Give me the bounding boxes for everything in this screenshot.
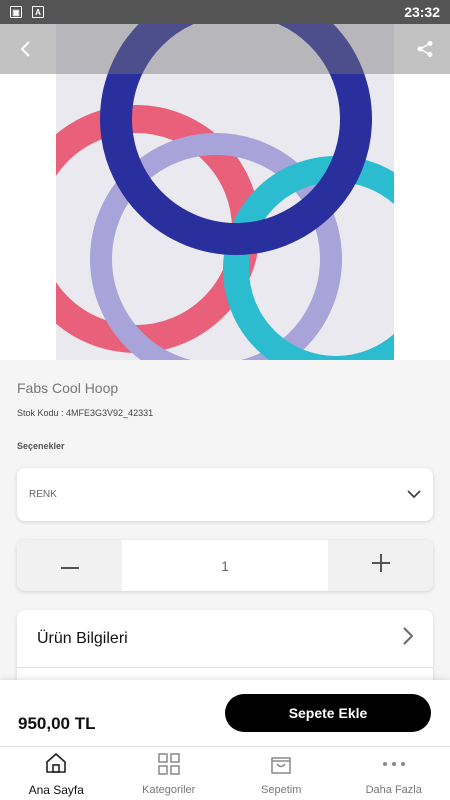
add-to-cart-button[interactable]: Sepete Ekle [225,694,431,732]
color-select-label: RENK [29,489,57,500]
nav-label: Ana Sayfa [28,782,84,797]
quantity-value[interactable]: 1 [122,540,328,591]
more-icon [381,752,407,781]
product-sku: Stok Kodu : 4MFE3G3V92_42331 [17,408,154,418]
status-bar: ▣ A 23:32 [0,0,450,24]
product-image-area[interactable] [0,24,450,360]
image-icon: ▣ [10,6,22,18]
product-info: Fabs Cool Hoop Stok Kodu : 4MFE3G3V92_42… [0,360,450,690]
nav-item-categories[interactable]: Kategoriler [113,747,226,800]
decrease-button[interactable] [17,540,122,591]
nav-label: Daha Fazla [365,783,422,796]
back-icon[interactable] [18,40,34,58]
options-label: Seçenekler [17,441,65,451]
nav-item-more[interactable]: Daha Fazla [338,747,450,800]
font-a-icon: A [32,6,44,18]
buy-bar: 950,00 TL Sepete Ekle [0,680,450,746]
chevron-right-icon [403,627,414,650]
nav-item-home[interactable]: Ana Sayfa [0,747,113,800]
image-top-bar [0,24,450,74]
status-time: 23:32 [404,4,440,20]
share-icon[interactable] [416,40,434,58]
shopping-bag-icon [269,752,293,781]
product-title: Fabs Cool Hoop [17,380,119,396]
nav-label: Kategoriler [142,783,196,796]
color-select[interactable]: RENK [17,468,433,521]
nav-label: Sepetim [261,783,302,796]
product-details-row[interactable]: Ürün Bilgileri [17,610,433,668]
home-icon [44,751,68,780]
product-photo[interactable] [56,24,394,360]
product-price: 950,00 TL [18,714,96,733]
quantity-stepper: 1 [17,540,433,591]
nav-item-cart[interactable]: Sepetim [225,747,338,800]
grid-icon [157,752,181,781]
minus-icon [60,557,79,575]
product-details-card: Ürün Bilgileri [17,610,433,690]
product-details-title: Ürün Bilgileri [37,629,128,647]
bottom-nav: Ana Sayfa Kategoriler Sepetim Daha Fazla [0,746,450,800]
increase-button[interactable] [328,540,433,591]
chevron-down-icon [407,486,421,504]
plus-icon [371,554,390,577]
